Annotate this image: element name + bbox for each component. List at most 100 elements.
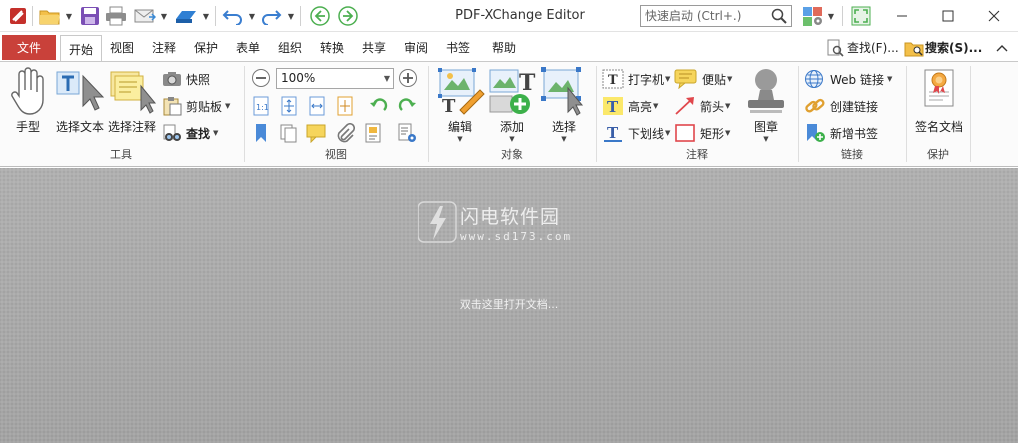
create-link-button[interactable]: 创建链接 [804,95,878,117]
tab-comment[interactable]: 注释 [146,35,182,60]
underline-label: 下划线 [628,126,665,141]
fullscreen-icon[interactable] [849,4,873,28]
find-dropdown-chevron-icon[interactable]: ▼ [213,129,218,137]
search-button[interactable]: 搜索(S)... [904,35,982,60]
svg-text:T: T [607,124,619,142]
rotate-left-icon[interactable] [368,95,390,117]
group-tools-label: 工具 [110,148,132,161]
redo-dropdown-chevron-icon[interactable]: ▼ [286,4,296,28]
sticky-note-dropdown-chevron-icon[interactable]: ▼ [727,75,732,83]
zoom-level-select[interactable]: 100% ▼ [276,68,394,89]
underline-dropdown-chevron-icon[interactable]: ▼ [665,129,670,137]
undo-icon[interactable] [221,4,245,28]
arrow-button[interactable]: 箭头 ▼ [674,95,730,117]
tab-file[interactable]: 文件 [2,35,56,60]
add-bookmark-button[interactable]: 新增书签 [804,122,878,144]
open-folder-icon[interactable] [38,4,62,28]
forward-icon[interactable] [336,4,360,28]
select-text-button[interactable]: 选择文本 [54,66,106,135]
fit-visible-icon[interactable] [334,95,356,117]
group-protect-label: 保护 [927,148,949,161]
zoom-in-icon[interactable] [397,67,419,89]
redo-icon[interactable] [259,4,283,28]
select-objects-button[interactable]: 选择 ▼ [538,66,590,143]
tab-help[interactable]: 帮助 [486,35,522,60]
maximize-button[interactable] [925,0,971,32]
find-button[interactable]: 查找(F)... [826,35,899,60]
tab-protect[interactable]: 保护 [188,35,224,60]
find-tool-button[interactable]: 查找 ▼ [162,122,218,144]
tab-organize[interactable]: 组织 [272,35,308,60]
tab-convert[interactable]: 转换 [314,35,350,60]
snapshot-button[interactable]: 快照 [162,68,210,90]
select-dropdown-chevron-icon[interactable]: ▼ [561,135,566,143]
scan-dropdown-chevron-icon[interactable]: ▼ [201,4,211,28]
quick-launch-input[interactable] [641,6,767,26]
svg-text:T: T [442,96,456,116]
tab-home[interactable]: 开始 [60,35,102,63]
clipboard-button[interactable]: 剪贴板 ▼ [162,95,230,117]
add-dropdown-chevron-icon[interactable]: ▼ [509,135,514,143]
print-icon[interactable] [104,4,128,28]
fit-page-icon[interactable] [278,95,300,117]
stamp-dropdown-chevron-icon[interactable]: ▼ [763,135,768,143]
clipboard-dropdown-chevron-icon[interactable]: ▼ [225,102,230,110]
fit-width-icon[interactable] [306,95,328,117]
select-annotation-button[interactable]: 选择注释 [106,66,158,135]
web-link-dropdown-chevron-icon[interactable]: ▼ [887,75,892,83]
sticky-note-button[interactable]: 便贴 ▼ [674,68,732,90]
thumbnails-pane-icon[interactable] [278,122,300,144]
document-area[interactable]: 闪电软件园 www.sd173.com 双击这里打开文档... [0,168,1018,443]
comments-pane-icon[interactable] [306,122,328,144]
back-icon[interactable] [308,4,332,28]
edit-dropdown-chevron-icon[interactable]: ▼ [457,135,462,143]
email-dropdown-chevron-icon[interactable]: ▼ [159,4,169,28]
arrow-dropdown-chevron-icon[interactable]: ▼ [725,102,730,110]
bookmarks-pane-icon[interactable] [250,122,272,144]
options-dropdown-chevron-icon[interactable]: ▼ [826,4,836,28]
attachments-pane-icon[interactable] [334,122,356,144]
web-link-button[interactable]: Web 链接 ▼ [804,68,892,90]
edit-objects-button[interactable]: T 编辑 ▼ [434,66,486,143]
stamp-button[interactable]: 图章 ▼ [740,66,792,143]
document-settings-icon[interactable] [396,122,418,144]
rectangle-dropdown-chevron-icon[interactable]: ▼ [725,129,730,137]
tab-form[interactable]: 表单 [230,35,266,60]
group-objects-label: 对象 [501,148,523,161]
open-dropdown-chevron-icon[interactable]: ▼ [64,4,74,28]
zoom-out-icon[interactable] [250,67,272,89]
rectangle-button[interactable]: 矩形 ▼ [674,122,730,144]
tab-view[interactable]: 视图 [104,35,140,60]
rotate-right-icon[interactable] [396,95,418,117]
properties-pane-icon[interactable] [362,122,384,144]
group-view: 100% ▼ 1:1 视图 [246,62,426,166]
quick-launch-field[interactable] [640,5,792,27]
scan-icon[interactable] [174,4,198,28]
typewriter-dropdown-chevron-icon[interactable]: ▼ [665,75,670,83]
highlight-dropdown-chevron-icon[interactable]: ▼ [653,102,658,110]
tab-review[interactable]: 审阅 [398,35,434,60]
sign-document-button[interactable]: 签名文档 [910,66,968,135]
highlight-button[interactable]: T 高亮 ▼ [602,95,658,117]
actual-size-icon[interactable]: 1:1 [250,95,272,117]
search-icon[interactable] [770,7,788,25]
group-comment: T 打字机 ▼ 便贴 ▼ T 高亮 ▼ 箭头 ▼ T 下划线 ▼ 矩形 ▼ 图章… [598,62,796,166]
app-logo-icon[interactable] [6,4,30,28]
add-objects-button[interactable]: T 添加 ▼ [486,66,538,143]
save-icon[interactable] [78,4,102,28]
email-icon[interactable] [133,4,157,28]
hand-tool-button[interactable]: 手型 [6,66,50,135]
collapse-ribbon-chevron-icon[interactable] [996,35,1008,60]
undo-dropdown-chevron-icon[interactable]: ▼ [247,4,257,28]
options-gear-icon[interactable] [801,4,825,28]
tab-bookmark[interactable]: 书签 [440,35,476,60]
sticky-note-label: 便贴 [702,72,727,87]
zoom-dropdown-chevron-icon[interactable]: ▼ [384,69,390,88]
minimize-button[interactable] [879,0,925,32]
close-button[interactable] [971,0,1017,32]
typewriter-button[interactable]: T 打字机 ▼ [602,68,670,90]
select-objects-icon [541,67,584,116]
open-document-hint[interactable]: 双击这里打开文档... [0,296,1018,312]
tab-share[interactable]: 共享 [356,35,392,60]
underline-button[interactable]: T 下划线 ▼ [602,122,670,144]
